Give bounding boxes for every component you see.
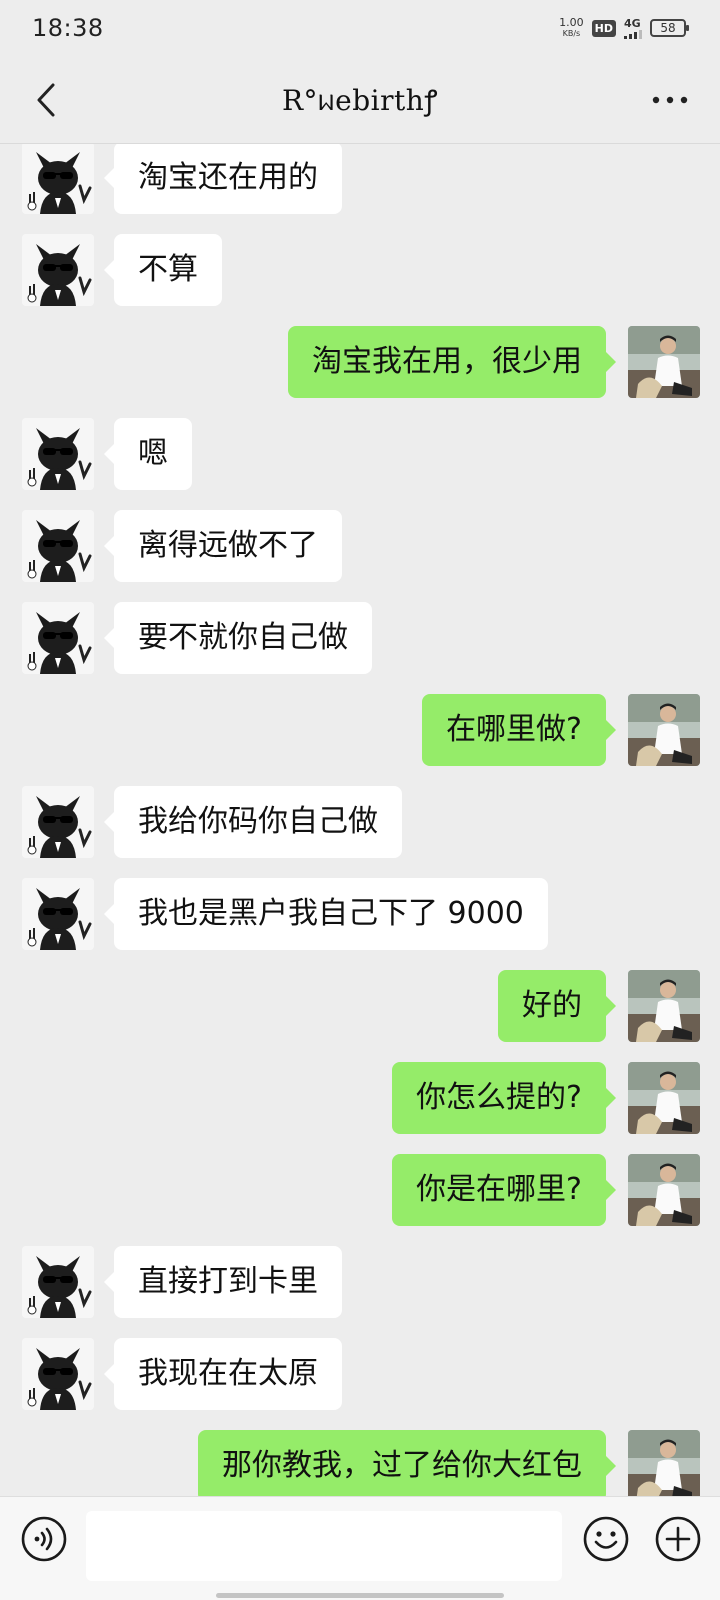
sent-message: 在哪里做? — [0, 694, 720, 766]
more-button[interactable] — [644, 78, 696, 122]
message-bubble[interactable]: 淘宝还在用的 — [104, 144, 342, 214]
my-avatar[interactable] — [628, 326, 700, 398]
contact-avatar[interactable] — [22, 878, 94, 950]
chat-title: R°ᥕebirthꝭ — [281, 83, 439, 117]
status-icons: 1.00 KB/s HD 4G 58 — [559, 17, 689, 39]
received-message: 我给你码你自己做 — [0, 786, 720, 858]
back-button[interactable] — [24, 78, 68, 122]
received-message: 我也是黑户我自己下了 9000 — [0, 878, 720, 950]
net-speed: 1.00 KB/s — [559, 17, 584, 39]
sent-message: 你是在哪里? — [0, 1154, 720, 1226]
received-message: 嗯 — [0, 418, 720, 490]
contact-avatar[interactable] — [22, 1246, 94, 1318]
received-message: 淘宝还在用的 — [0, 144, 720, 214]
my-avatar[interactable] — [628, 1154, 700, 1226]
message-bubble[interactable]: 那你教我，过了给你大红包 — [198, 1430, 616, 1496]
sent-message: 那你教我，过了给你大红包 — [0, 1430, 720, 1496]
received-message: 离得远做不了 — [0, 510, 720, 582]
battery-level: 58 — [660, 21, 676, 35]
message-bubble[interactable]: 在哪里做? — [422, 694, 616, 766]
message-bubble[interactable]: 不算 — [104, 234, 222, 306]
chat-header: R°ᥕebirthꝭ — [0, 56, 720, 144]
battery-icon: 58 — [650, 19, 689, 37]
emoji-icon — [583, 1516, 629, 1562]
message-bubble[interactable]: 嗯 — [104, 418, 192, 490]
network-type: 4G — [624, 16, 641, 30]
message-bubble[interactable]: 要不就你自己做 — [104, 602, 372, 674]
sent-message: 好的 — [0, 970, 720, 1042]
my-avatar[interactable] — [628, 1062, 700, 1134]
back-chevron-icon — [37, 83, 55, 117]
message-bubble[interactable]: 你怎么提的? — [392, 1062, 616, 1134]
message-bubble[interactable]: 离得远做不了 — [104, 510, 342, 582]
message-bubble[interactable]: 我给你码你自己做 — [104, 786, 402, 858]
contact-avatar[interactable] — [22, 234, 94, 306]
contact-avatar[interactable] — [22, 510, 94, 582]
message-bubble[interactable]: 我现在在太原 — [104, 1338, 342, 1410]
my-avatar[interactable] — [628, 970, 700, 1042]
more-functions-button[interactable] — [654, 1515, 702, 1563]
input-bar — [0, 1496, 720, 1600]
home-indicator[interactable] — [216, 1593, 504, 1598]
sent-message: 你怎么提的? — [0, 1062, 720, 1134]
message-list[interactable]: 淘宝还在用的 不算 淘宝我在用，很少用嗯离得远做不了 要不就你自己做 在哪里做? 我给你码… — [0, 144, 720, 1496]
contact-avatar[interactable] — [22, 602, 94, 674]
contact-avatar[interactable] — [22, 144, 94, 214]
contact-avatar[interactable] — [22, 1338, 94, 1410]
contact-avatar[interactable] — [22, 418, 94, 490]
voice-button[interactable] — [20, 1515, 68, 1563]
received-message: 我现在在太原 — [0, 1338, 720, 1410]
net-speed-value: 1.00 — [559, 16, 584, 29]
plus-icon — [655, 1516, 701, 1562]
emoji-button[interactable] — [582, 1515, 630, 1563]
hd-icon: HD — [591, 19, 616, 37]
status-time: 18:38 — [32, 14, 104, 42]
message-bubble[interactable]: 直接打到卡里 — [104, 1246, 342, 1318]
message-bubble[interactable]: 淘宝我在用，很少用 — [288, 326, 616, 398]
voice-icon — [21, 1516, 67, 1562]
signal-icon: 4G — [624, 18, 642, 39]
my-avatar[interactable] — [628, 1430, 700, 1496]
net-speed-unit: KB/s — [562, 29, 581, 38]
message-input[interactable] — [86, 1511, 562, 1581]
my-avatar[interactable] — [628, 694, 700, 766]
status-bar: 18:38 1.00 KB/s HD 4G 58 — [0, 0, 720, 56]
received-message: 要不就你自己做 — [0, 602, 720, 674]
sent-message: 淘宝我在用，很少用 — [0, 326, 720, 398]
message-bubble[interactable]: 我也是黑户我自己下了 9000 — [104, 878, 548, 950]
message-bubble[interactable]: 你是在哪里? — [392, 1154, 616, 1226]
contact-avatar[interactable] — [22, 786, 94, 858]
received-message: 不算 — [0, 234, 720, 306]
more-dots-icon — [652, 96, 688, 104]
received-message: 直接打到卡里 — [0, 1246, 720, 1318]
message-bubble[interactable]: 好的 — [498, 970, 616, 1042]
